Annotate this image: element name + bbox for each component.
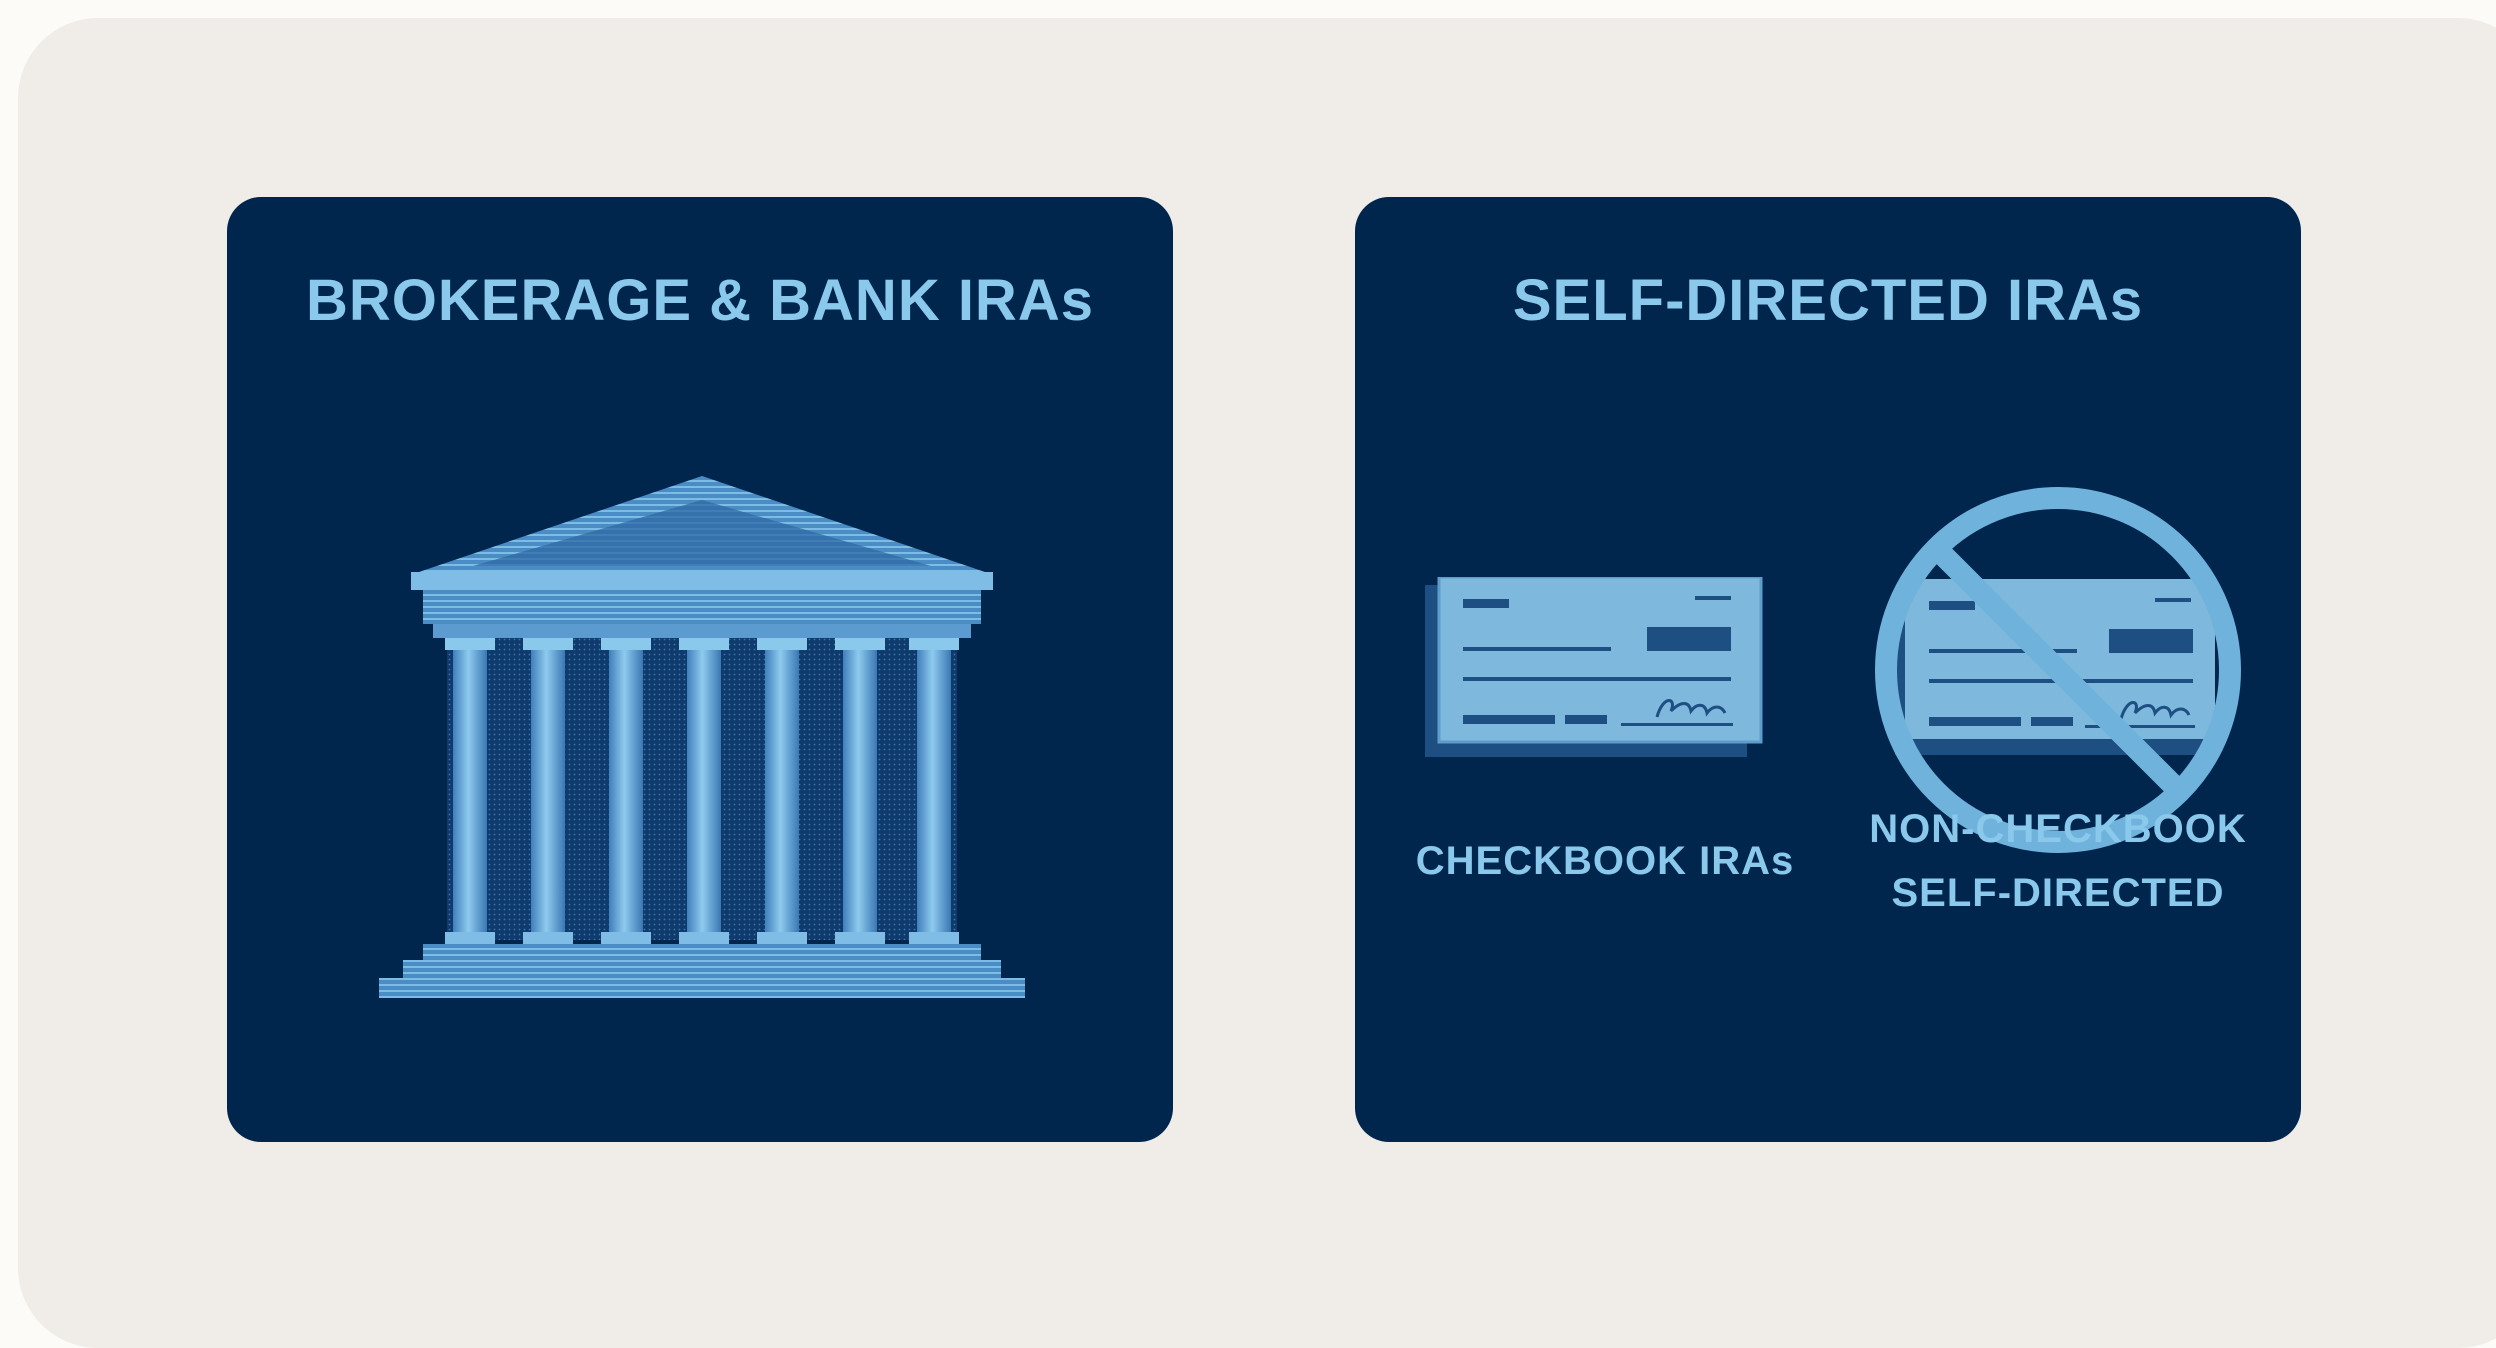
bank-building-icon <box>379 476 1025 998</box>
non-checkbook-self-directed-label: NON-CHECKBOOK SELF-DIRECTED <box>1869 807 2247 915</box>
self-directed-ira-title: SELF-DIRECTED IRAs <box>1512 268 2144 333</box>
brokerage-bank-ira-title: BROKERAGE & BANK IRAs <box>306 268 1094 333</box>
check-icon <box>1425 577 1763 757</box>
brokerage-bank-ira-panel: BROKERAGE & BANK IRAs <box>227 197 1173 1142</box>
self-directed-ira-panel: SELF-DIRECTED IRAs CHECKBOOK IRAs NON-CH… <box>1355 197 2301 1142</box>
checkbook-ira-label: CHECKBOOK IRAs <box>1415 839 1795 883</box>
